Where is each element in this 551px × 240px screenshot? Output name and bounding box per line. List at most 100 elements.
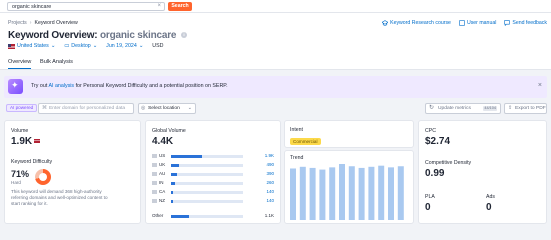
- volume-bar-fill: [171, 172, 178, 176]
- volume-bar-fill: [171, 181, 176, 185]
- ads-label: Ads: [486, 194, 495, 200]
- feedback-icon: [504, 20, 511, 26]
- page-title: Keyword Overview: organic skincare i: [8, 30, 187, 41]
- export-pdf-button[interactable]: ⇪ Export to PDF: [504, 103, 547, 114]
- update-metrics-button[interactable]: ↻ Update metrics 44/104: [425, 103, 501, 114]
- volume-bar-fill: [171, 214, 189, 218]
- country-flag-icon: [152, 172, 157, 176]
- location-selector[interactable]: ◎ Select location ⌄: [138, 103, 196, 114]
- keyword-research-course-label: Keyword Research course: [390, 20, 451, 26]
- chevron-down-icon: ⌄: [187, 105, 192, 111]
- global-volume-row[interactable]: UK 490: [152, 162, 274, 168]
- breadcrumb-current: Keyword Overview: [34, 20, 78, 26]
- domain-input[interactable]: ⌘ Enter domain for personalized data: [38, 103, 134, 114]
- info-icon[interactable]: i: [180, 32, 187, 39]
- trend-bar[interactable]: [378, 165, 385, 220]
- trend-bar[interactable]: [348, 166, 355, 220]
- global-volume-row[interactable]: CA 140: [152, 189, 274, 195]
- volume-value-text: 1.9K: [11, 136, 33, 147]
- ai-analysis-banner: Try out AI analysis for Personal Keyword…: [4, 76, 547, 98]
- volume-bar-fill: [171, 154, 202, 158]
- global-volume-row[interactable]: NZ 140: [152, 198, 274, 204]
- update-count-badge: 44/104: [483, 106, 497, 111]
- country-volume[interactable]: 1.9K: [265, 153, 274, 158]
- chevron-down-icon: ⌄: [92, 43, 98, 49]
- volume-label: Volume: [11, 128, 29, 134]
- location-label: Select location: [148, 106, 180, 111]
- volume-bar-track: [171, 199, 243, 203]
- device-selector[interactable]: ▭ Desktop ⌄: [64, 43, 97, 49]
- trend-bar[interactable]: [388, 167, 394, 220]
- search-input[interactable]: organic skincare ×: [7, 2, 165, 11]
- country-volume[interactable]: 140: [266, 198, 274, 203]
- competitive-density-value: 0.99: [425, 168, 445, 179]
- sparkle-icon: [8, 79, 23, 94]
- search-input-value[interactable]: organic skincare: [12, 4, 51, 10]
- trend-bar[interactable]: [339, 164, 345, 220]
- volume-bar-track: [171, 181, 243, 185]
- country-volume[interactable]: 140: [266, 189, 274, 194]
- volume-bar-track: [171, 154, 243, 158]
- location-pin-icon: ◎: [141, 105, 146, 111]
- keyword-difficulty-donut: [35, 169, 51, 185]
- tab-overview[interactable]: Overview: [8, 59, 32, 69]
- user-manual-link[interactable]: User manual: [459, 20, 496, 26]
- pla-value: 0: [425, 202, 431, 213]
- filters-bar: United States ⌄ ▭ Desktop ⌄ Jun 19, 2024…: [8, 43, 163, 49]
- tab-bulk-analysis[interactable]: Bulk Analysis: [40, 59, 73, 65]
- trend-bar[interactable]: [368, 166, 375, 220]
- global-volume-row[interactable]: AU 390: [152, 171, 274, 177]
- trend-bar[interactable]: [309, 167, 316, 220]
- country-volume[interactable]: 260: [266, 180, 274, 185]
- top-search-bar: organic skincare × Search: [0, 0, 551, 13]
- intent-card: Intent Commercial: [284, 120, 414, 148]
- trend-bar[interactable]: [319, 169, 326, 220]
- intent-label: Intent: [290, 127, 303, 133]
- ai-analysis-link[interactable]: AI analysis: [48, 83, 74, 89]
- keyword-difficulty-level: Hard: [11, 180, 21, 185]
- date-selector[interactable]: Jun 19, 2024 ⌄: [106, 43, 143, 49]
- export-icon: ⇪: [508, 105, 513, 111]
- keyword-research-course-link[interactable]: Keyword Research course: [382, 20, 451, 26]
- trend-bar[interactable]: [299, 166, 306, 220]
- ads-value: 0: [486, 202, 492, 213]
- trend-bar[interactable]: [329, 167, 336, 220]
- pla-label: PLA: [425, 194, 435, 200]
- chevron-down-icon: ⌄: [50, 43, 56, 49]
- global-volume-label: Global Volume: [152, 128, 186, 134]
- global-volume-row[interactable]: US 1.9K: [152, 153, 274, 159]
- country-code: Other: [152, 213, 164, 218]
- close-icon[interactable]: ×: [538, 82, 542, 89]
- us-flag-icon: [8, 43, 15, 49]
- cpc-card: CPC $2.74 Competitive Density 0.99 PLA 0…: [418, 120, 547, 224]
- global-volume-row-other: Other 1.1K: [152, 213, 274, 219]
- clear-icon[interactable]: ×: [157, 3, 161, 9]
- us-flag-icon: [34, 139, 41, 144]
- trend-bar[interactable]: [358, 167, 365, 220]
- global-volume-value: 4.4K: [152, 136, 174, 147]
- global-volume-row[interactable]: IN 260: [152, 180, 274, 186]
- country-selector[interactable]: United States ⌄: [8, 43, 55, 49]
- country-code: NZ: [159, 198, 165, 203]
- trend-bar[interactable]: [397, 166, 404, 220]
- country-flag-icon: [152, 199, 157, 203]
- volume-bar-track: [171, 172, 243, 176]
- ai-banner-text-post: for Personal Keyword Difficulty and a po…: [74, 83, 228, 89]
- trend-bar[interactable]: [290, 168, 296, 220]
- domain-input-placeholder: Enter domain for personalized data: [49, 106, 126, 111]
- header-links: Keyword Research course User manual Send…: [382, 20, 547, 26]
- link-icon: ⌘: [42, 105, 47, 111]
- country-volume[interactable]: 390: [266, 171, 274, 176]
- breadcrumb-projects[interactable]: Projects: [8, 20, 27, 26]
- page-title-prefix: Keyword Overview:: [8, 30, 98, 41]
- send-feedback-link[interactable]: Send feedback: [504, 20, 547, 26]
- chevron-down-icon: ⌄: [138, 43, 144, 49]
- currency-label: USD: [152, 43, 164, 49]
- country-flag-icon: [152, 163, 157, 167]
- country-code: US: [159, 153, 166, 158]
- volume-card: Volume 1.9K Keyword Difficulty 71% Hard …: [4, 120, 141, 224]
- volume-bar-fill: [171, 163, 179, 167]
- search-button[interactable]: Search: [168, 2, 192, 11]
- user-manual-label: User manual: [466, 20, 497, 26]
- country-volume[interactable]: 490: [266, 162, 274, 167]
